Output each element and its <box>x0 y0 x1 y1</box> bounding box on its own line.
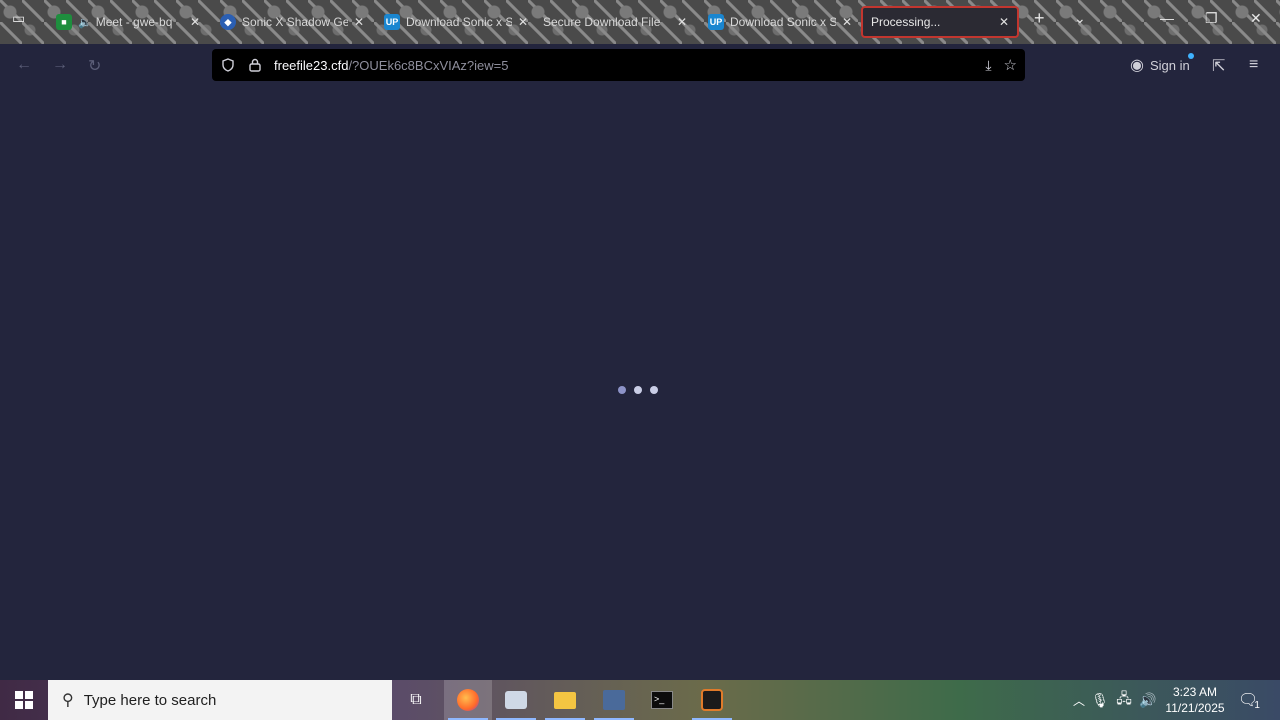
tab-sonic-shadow[interactable]: ◆ Sonic X Shadow Ge ✕ <box>212 6 372 38</box>
folder-icon <box>554 691 576 709</box>
url-bar[interactable]: freefile23.cfd/?OUEk6c8BCxVIAz?iew=5 ⤓ ☆ <box>212 49 1025 81</box>
google-meet-icon: ■ <box>56 14 72 30</box>
tab-label: Download Sonic x S <box>406 15 512 29</box>
taskbar-terminal[interactable]: >_ <box>638 680 686 720</box>
close-window-icon[interactable]: ✕ <box>1250 10 1262 27</box>
upload-app-icon: UP <box>384 14 400 30</box>
show-hidden-icons-chevron-icon[interactable]: ︿ <box>1070 692 1088 709</box>
tab-label: Meet - gwe-bq <box>95 15 173 29</box>
url-domain: freefile23.cfd <box>274 57 349 73</box>
taskbar-app-6[interactable] <box>688 680 736 720</box>
speaker-icon[interactable]: 🔈 <box>78 16 92 29</box>
close-tab-icon[interactable]: ✕ <box>518 15 528 29</box>
network-icon[interactable]: 🖧 <box>1112 688 1136 712</box>
terminal-icon: >_ <box>651 691 673 709</box>
system-clock[interactable]: 3:23 AM 11/21/2025 <box>1160 684 1230 716</box>
tab-list-icon[interactable]: ▭ <box>12 10 25 27</box>
windows-icon <box>15 691 33 709</box>
notification-dot <box>1188 53 1194 59</box>
microphone-icon[interactable]: 🎙 <box>1088 692 1112 709</box>
menu-icon[interactable]: ≡ <box>1249 56 1258 74</box>
close-tab-icon[interactable]: ✕ <box>999 15 1009 29</box>
tab-download-1[interactable]: UP Download Sonic x S ✕ <box>376 6 536 38</box>
shield-app-icon: ◆ <box>220 14 236 30</box>
tab-label: Sonic X Shadow Ge <box>242 15 348 29</box>
taskbar-file-explorer[interactable] <box>541 680 589 720</box>
reload-icon[interactable]: ↻ <box>88 56 101 76</box>
tab-label: Secure Download File <box>543 15 661 29</box>
taskbar-search[interactable]: ⚲ Type here to search <box>48 680 392 720</box>
task-view-icon: ⧉ <box>410 691 422 708</box>
url-path: /?OUEk6c8BCxVIAz?iew=5 <box>348 57 509 73</box>
tab-secure-download[interactable]: Secure Download File ✕ <box>535 6 695 38</box>
close-tab-icon[interactable]: ✕ <box>677 15 687 29</box>
taskbar: ⚲ Type here to search ⧉ >_ ︿ 🎙 🖧 🔊 3:23 … <box>0 680 1280 720</box>
tab-meet[interactable]: ■ 🔈 Meet - gwe-bq ✕ <box>48 6 208 38</box>
tab-download-2[interactable]: UP Download Sonic x S ✕ <box>700 6 860 38</box>
loading-dot <box>650 386 658 394</box>
tab-processing[interactable]: Processing... ✕ <box>861 6 1019 38</box>
app-orange-icon <box>701 689 723 711</box>
bookmark-star-icon[interactable]: ☆ <box>1004 56 1017 74</box>
taskbar-app-2[interactable] <box>492 680 540 720</box>
close-tab-icon[interactable]: ✕ <box>354 15 364 29</box>
firefox-icon <box>457 689 479 711</box>
page-content <box>0 86 1280 680</box>
lock-icon[interactable] <box>248 57 262 73</box>
loading-dot <box>634 386 642 394</box>
app-image-icon <box>603 690 625 710</box>
restore-icon[interactable]: ❐ <box>1205 10 1218 27</box>
minimize-icon[interactable]: — <box>1160 10 1174 26</box>
close-tab-icon[interactable]: ✕ <box>190 15 200 29</box>
upload-app-icon: UP <box>708 14 724 30</box>
task-view-button[interactable]: ⧉ <box>392 680 440 720</box>
tracking-protection-shield-icon[interactable] <box>220 57 236 73</box>
back-icon[interactable]: ← <box>16 56 32 74</box>
account-icon: ◉ <box>1130 57 1144 74</box>
volume-icon[interactable]: 🔊 <box>1136 692 1160 709</box>
start-button[interactable] <box>0 680 48 720</box>
clock-date: 11/21/2025 <box>1165 701 1225 715</box>
tab-label: Download Sonic x S <box>730 15 836 29</box>
new-tab-icon[interactable]: + <box>1034 8 1045 29</box>
sign-in-label: Sign in <box>1149 57 1190 73</box>
tab-strip: ▭ ■ 🔈 Meet - gwe-bq ✕ ◆ Sonic X Shadow G… <box>0 0 1280 44</box>
sign-in-button[interactable]: ◉ Sign in <box>1130 53 1194 75</box>
app-window-icon <box>505 691 527 709</box>
forward-icon[interactable]: → <box>52 56 68 74</box>
search-placeholder: Type here to search <box>83 691 217 709</box>
loading-indicator <box>618 386 658 394</box>
tab-overflow-chevron-icon[interactable]: ⌄ <box>1074 10 1086 27</box>
close-tab-icon[interactable]: ✕ <box>842 15 852 29</box>
action-center-button[interactable]: 🗨 1 <box>1238 680 1260 720</box>
clock-time: 3:23 AM <box>1172 685 1218 699</box>
taskbar-firefox[interactable] <box>444 680 492 720</box>
system-tray: ︿ 🎙 🖧 🔊 <box>1070 680 1160 720</box>
tab-label: Processing... <box>871 15 941 29</box>
download-page-icon[interactable]: ⤓ <box>985 57 991 74</box>
search-icon: ⚲ <box>62 692 74 709</box>
loading-dot <box>618 386 626 394</box>
extensions-icon[interactable]: ⇱ <box>1212 56 1225 76</box>
url-text[interactable]: freefile23.cfd/?OUEk6c8BCxVIAz?iew=5 <box>274 58 508 73</box>
notification-count: 1 <box>1254 699 1260 711</box>
taskbar-app-4[interactable] <box>590 680 638 720</box>
